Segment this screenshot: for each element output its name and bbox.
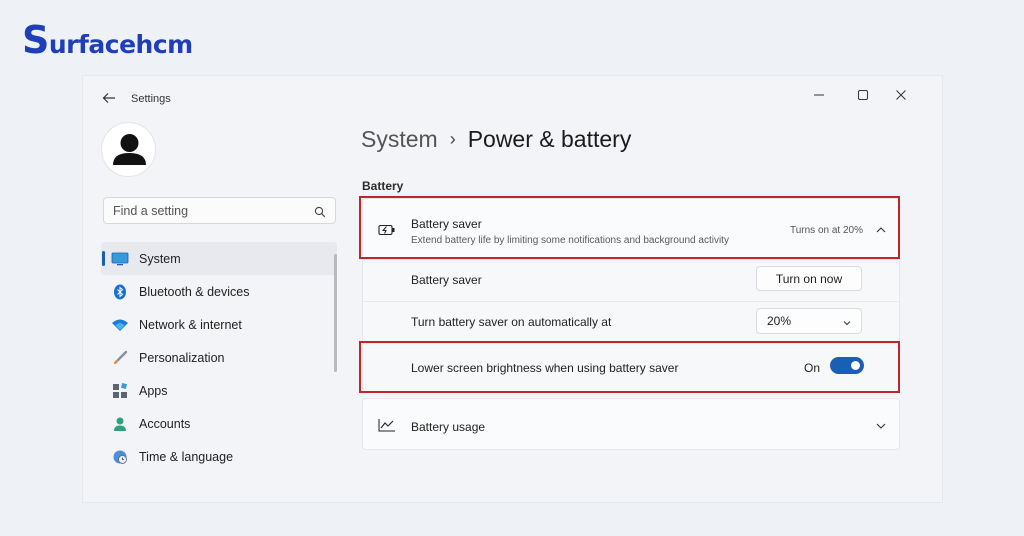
turn-on-now-button[interactable]: Turn on now bbox=[756, 266, 862, 291]
battery-saver-now-label: Battery saver bbox=[411, 273, 482, 287]
battery-saver-now-row: Battery saver Turn on now bbox=[362, 260, 900, 302]
breadcrumb: System › Power & battery bbox=[361, 126, 631, 153]
display-icon bbox=[111, 250, 129, 268]
lower-brightness-toggle[interactable] bbox=[830, 357, 864, 374]
lower-brightness-row: Lower screen brightness when using batte… bbox=[362, 344, 900, 392]
breadcrumb-parent[interactable]: System bbox=[361, 126, 438, 153]
page-title: Power & battery bbox=[467, 126, 632, 152]
battery-saver-icon bbox=[378, 223, 396, 241]
sidebar-item-network[interactable]: Network & internet bbox=[101, 308, 337, 341]
sidebar-item-apps[interactable]: Apps bbox=[101, 374, 337, 407]
minimize-icon[interactable] bbox=[809, 85, 829, 105]
sidebar-nav: System Bluetooth & devices Network & int… bbox=[101, 242, 337, 473]
sidebar-item-label: Network & internet bbox=[139, 317, 242, 332]
sidebar-item-label: Accounts bbox=[139, 416, 191, 431]
battery-saver-description: Extend battery life by limiting some not… bbox=[411, 235, 729, 246]
brand-logo-initial: S bbox=[22, 18, 49, 62]
sidebar-item-bluetooth[interactable]: Bluetooth & devices bbox=[101, 275, 337, 308]
auto-battery-saver-label: Turn battery saver on automatically at bbox=[411, 315, 612, 329]
brand-logo-text: urfacehcm bbox=[48, 30, 193, 59]
sidebar-scrollbar[interactable] bbox=[334, 254, 337, 372]
search-input[interactable] bbox=[104, 198, 335, 223]
sidebar-item-label: Personalization bbox=[139, 350, 225, 365]
clock-globe-icon bbox=[111, 448, 129, 466]
sidebar-item-accounts[interactable]: Accounts bbox=[101, 407, 337, 440]
chevron-down-icon bbox=[842, 317, 852, 331]
settings-window: Settings System bbox=[82, 75, 943, 503]
apps-icon bbox=[111, 382, 129, 400]
sidebar-item-personalization[interactable]: Personalization bbox=[101, 341, 337, 374]
brand-logo: Surfacehcm bbox=[22, 18, 193, 62]
lower-brightness-label: Lower screen brightness when using batte… bbox=[411, 361, 679, 375]
sidebar-item-time-language[interactable]: Time & language bbox=[101, 440, 337, 473]
battery-saver-title: Battery saver bbox=[411, 217, 482, 231]
auto-battery-saver-row: Turn battery saver on automatically at 2… bbox=[362, 302, 900, 344]
battery-usage-card[interactable]: Battery usage bbox=[362, 398, 900, 450]
sidebar-item-system[interactable]: System bbox=[101, 242, 337, 275]
battery-usage-label: Battery usage bbox=[411, 420, 486, 434]
battery-saver-card[interactable]: Battery saver Extend battery life by lim… bbox=[362, 198, 900, 260]
battery-saver-status: Turns on at 20% bbox=[789, 225, 863, 236]
search-box[interactable] bbox=[103, 197, 336, 224]
person-icon bbox=[111, 415, 129, 433]
maximize-icon[interactable] bbox=[853, 85, 873, 105]
sidebar-item-label: Apps bbox=[139, 383, 168, 398]
sidebar-item-label: System bbox=[139, 251, 181, 266]
sidebar-item-label: Time & language bbox=[139, 449, 234, 464]
section-label-battery: Battery bbox=[362, 179, 404, 193]
title-bar: Settings bbox=[83, 76, 942, 120]
user-avatar-icon[interactable] bbox=[101, 122, 156, 177]
sidebar-item-label: Bluetooth & devices bbox=[139, 284, 250, 299]
wifi-icon bbox=[111, 316, 129, 334]
threshold-select[interactable]: 20% bbox=[756, 308, 862, 334]
close-icon[interactable] bbox=[891, 85, 911, 105]
chevron-up-icon[interactable] bbox=[875, 223, 887, 241]
toggle-state-label: On bbox=[804, 361, 821, 375]
chevron-down-icon[interactable] bbox=[875, 419, 887, 437]
toggle-knob bbox=[851, 361, 860, 370]
brush-icon bbox=[111, 349, 129, 367]
threshold-value: 20% bbox=[767, 314, 792, 328]
line-chart-icon bbox=[378, 418, 396, 437]
back-arrow-icon[interactable] bbox=[101, 90, 117, 106]
breadcrumb-separator: › bbox=[449, 129, 456, 149]
search-icon[interactable] bbox=[314, 205, 326, 223]
app-title: Settings bbox=[131, 93, 171, 105]
bluetooth-icon bbox=[111, 283, 129, 301]
